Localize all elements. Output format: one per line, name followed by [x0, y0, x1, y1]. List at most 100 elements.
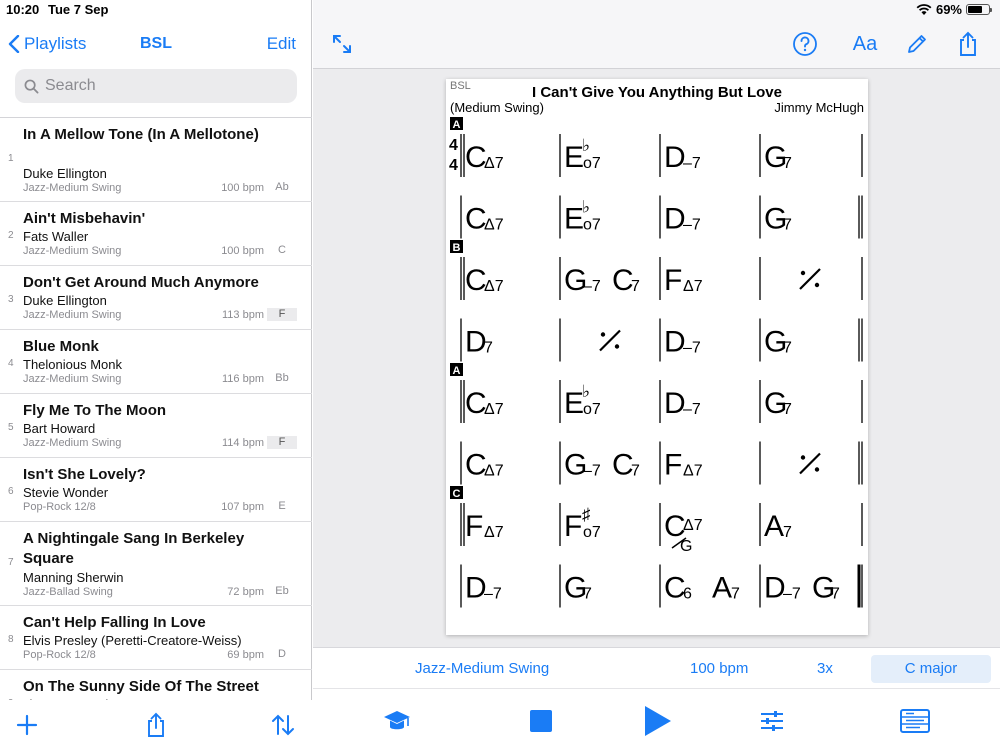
song-key: F: [267, 436, 297, 449]
song-style: Jazz-Medium Swing: [23, 182, 122, 194]
sliders-icon: [761, 711, 783, 731]
repeat-bar-dot: [814, 467, 820, 472]
song-row[interactable]: 5 Fly Me To The Moon Bart Howard Jazz-Mediu…: [0, 394, 312, 458]
chord-quality: –7: [583, 278, 601, 295]
song-number: 4: [8, 358, 14, 369]
song-tempo: 69 bpm: [227, 649, 264, 661]
share-icon: [148, 712, 164, 737]
chord-bass: G: [680, 538, 692, 555]
playback-toolbar: [313, 689, 1000, 750]
song-number: 2: [8, 230, 14, 241]
chord-quality: 7: [583, 586, 592, 603]
song-artist: Duke Ellington: [23, 166, 107, 181]
song-style: Pop-Rock 12/8: [23, 649, 96, 661]
chord-root: E: [564, 203, 584, 236]
song-row[interactable]: 1 In A Mellow Tone (In A Mellotone) Duke E…: [0, 118, 312, 202]
play-icon: [645, 706, 671, 736]
repeat-bar-dot: [814, 282, 820, 288]
edit-sheet-button[interactable]: [903, 30, 931, 58]
song-tempo: 72 bpm: [227, 586, 264, 598]
song-number: 8: [8, 634, 14, 645]
graduation-cap-icon: [384, 711, 410, 730]
song-key: Eb: [275, 585, 289, 597]
search-bar[interactable]: [15, 69, 297, 103]
edit-button[interactable]: Edit: [267, 34, 296, 54]
sheet-style-note: (Medium Swing): [450, 100, 544, 115]
chord-root: F: [465, 510, 483, 543]
sheet-composer: Jimmy McHugh: [774, 100, 864, 115]
chord-quality: o7: [583, 401, 601, 418]
status-time: 10:20: [6, 2, 40, 17]
repeats-selector[interactable]: 3x: [817, 660, 833, 677]
chord-quality: Δ7: [484, 217, 504, 234]
share-sheet-button[interactable]: [954, 30, 982, 58]
chord-quality: 7: [783, 155, 792, 172]
style-selector[interactable]: Jazz-Medium Swing: [415, 660, 549, 677]
chord-quality: o7: [583, 217, 601, 234]
song-row[interactable]: 2 Ain't Misbehavin' Fats Waller Jazz-Medium…: [0, 202, 312, 266]
chord-root: F: [664, 449, 682, 482]
section-label: A: [453, 119, 461, 131]
song-tempo: 114 bpm: [222, 437, 264, 449]
chord-quality: –7: [683, 217, 701, 234]
song-tempo: 107 bpm: [221, 501, 264, 513]
repeat-bar-dot: [600, 332, 606, 337]
chord-quality: 7: [731, 586, 740, 603]
song-row[interactable]: 6 Isn't She Lovely? Stevie Wonder Pop-Rock …: [0, 458, 312, 522]
fullscreen-button[interactable]: [328, 30, 356, 58]
song-row[interactable]: 3 Don't Get Around Much Anymore Duke Ellin…: [0, 266, 312, 330]
chord-root: A: [712, 572, 732, 605]
song-title: Isn't She Lovely?: [23, 466, 146, 483]
song-style: Jazz-Medium Swing: [23, 373, 122, 385]
chord-quality: –7: [683, 155, 701, 172]
repeat-bar-dot: [800, 455, 806, 460]
song-number: 3: [8, 294, 14, 305]
stop-button[interactable]: [525, 705, 557, 737]
song-title: In A Mellow Tone (In A Mellotone): [23, 126, 259, 143]
song-key: E: [278, 500, 286, 512]
chord-quality: 7: [783, 524, 792, 541]
song-key: Bb: [275, 372, 289, 384]
song-title: Blue Monk: [23, 338, 99, 355]
song-key: C: [278, 244, 286, 256]
play-button[interactable]: [641, 705, 673, 737]
song-number: 7: [8, 557, 14, 568]
chord-quality: 7: [783, 401, 792, 418]
search-input[interactable]: [45, 77, 285, 95]
song-key: F: [267, 308, 297, 321]
back-button[interactable]: Playlists: [8, 34, 86, 54]
song-artist: Manning Sherwin: [23, 570, 124, 585]
chord-quality: 7: [631, 278, 640, 295]
practice-button[interactable]: [381, 705, 413, 737]
playlist-title[interactable]: BSL: [140, 35, 172, 52]
stop-icon: [530, 710, 552, 732]
song-row[interactable]: 4 Blue Monk Thelonious Monk Jazz-Medium Swi…: [0, 330, 312, 394]
font-label: Aa: [852, 32, 878, 55]
chord-accidental: ♭: [582, 382, 590, 401]
mixer-button[interactable]: [756, 705, 788, 737]
help-button[interactable]: [791, 30, 819, 58]
chord-quality: Δ7: [484, 155, 504, 172]
chord-accidental: ♯: [582, 505, 591, 524]
font-button[interactable]: Aa: [848, 30, 882, 58]
chord-quality: Δ7: [683, 517, 703, 534]
share-list-button[interactable]: [143, 712, 169, 738]
status-date: Tue 7 Sep: [48, 2, 109, 17]
section-label: A: [453, 365, 461, 377]
song-title: A Nightingale Sang In Berkeley Square: [23, 530, 245, 567]
song-row[interactable]: 8 Can't Help Falling In Love Elvis Presley…: [0, 606, 312, 670]
tempo-selector[interactable]: 100 bpm: [690, 660, 748, 677]
chord-quality: 7: [783, 217, 792, 234]
add-button[interactable]: [14, 712, 40, 738]
song-row[interactable]: 7 A Nightingale Sang In Berkeley Square Ma…: [0, 522, 312, 606]
song-tempo: 113 bpm: [222, 309, 264, 321]
song-artist: Duke Ellington: [23, 293, 107, 308]
song-form-button[interactable]: [899, 705, 931, 737]
sort-arrows-icon: [272, 714, 294, 736]
main-pane: Aa 4 4 A C Δ7 E ♭ o7 D –7 G 7 C Δ7 E ♭ o7 D –7 G 7 B C Δ7 G –7 C 7 F…: [313, 0, 1000, 750]
time-signature-top: 4: [449, 137, 458, 154]
key-selector[interactable]: C major: [871, 655, 991, 683]
sort-button[interactable]: [270, 712, 296, 738]
pencil-icon: [908, 35, 926, 53]
song-style: Jazz-Medium Swing: [23, 245, 122, 257]
